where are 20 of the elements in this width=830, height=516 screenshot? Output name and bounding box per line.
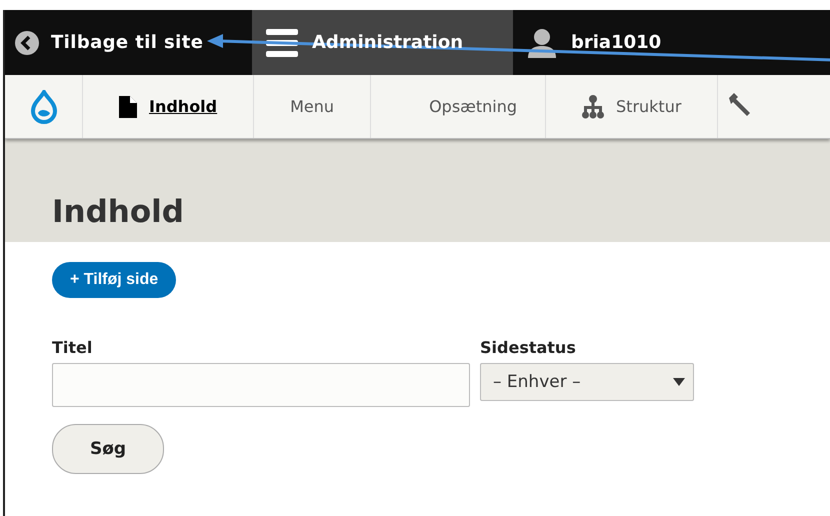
page-title: Indhold — [52, 194, 184, 230]
title-input-field[interactable] — [52, 363, 470, 407]
caret-icon — [673, 378, 685, 386]
sitemap-icon — [582, 94, 604, 118]
toolbar-tab[interactable]: bria1010 — [513, 10, 690, 75]
tray-item[interactable]: Indhold — [83, 75, 254, 138]
status-dropdown[interactable]: – Enhver – — [480, 363, 694, 401]
drop-logo-icon[interactable] — [30, 90, 56, 124]
back-icon — [15, 30, 39, 54]
tray-item[interactable]: Menu — [254, 75, 372, 138]
page-icon — [119, 96, 137, 118]
field-label: Sidestatus — [480, 338, 577, 357]
menu-icon — [266, 26, 298, 58]
tray-item[interactable]: Opsætning — [371, 75, 546, 138]
search-button[interactable]: Søg — [52, 424, 164, 474]
tray-item[interactable]: Struktur — [546, 75, 718, 138]
add-page-button[interactable]: + Tilføj side — [52, 262, 176, 298]
field-label: Titel — [52, 338, 94, 357]
back-link[interactable]: Tilbage til site — [5, 10, 252, 75]
user-icon — [527, 28, 557, 58]
